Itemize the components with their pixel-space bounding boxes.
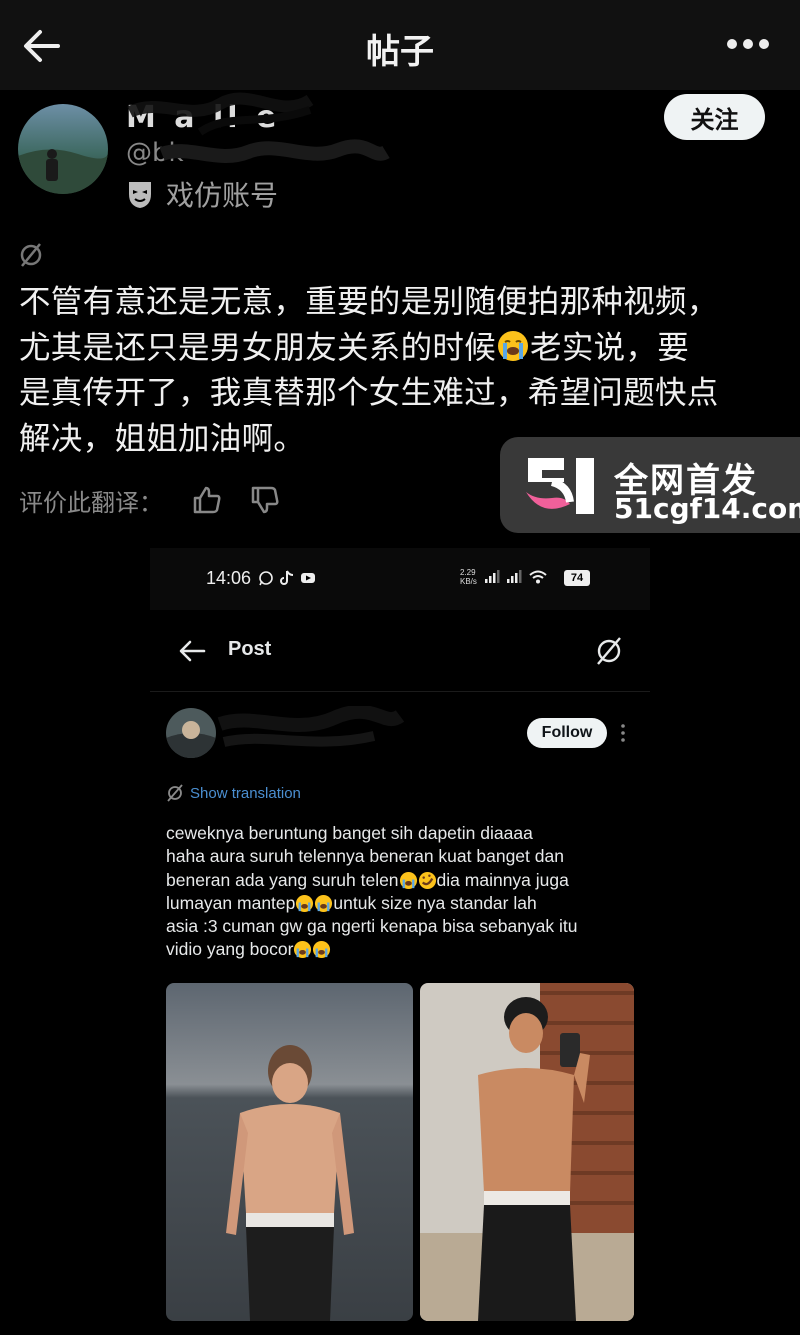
post-photo-beach[interactable] (166, 983, 413, 1321)
signal-bars-icon (485, 570, 500, 583)
translate-icon (20, 243, 42, 267)
inner-post-line: lumayan mantep (166, 892, 296, 913)
inner-post-line: haha aura suruh telennya beneran kuat ba… (166, 846, 564, 867)
post-text: 不管有意还是无意，重要的是别随便拍那种视频， 尤其是还只是男女朋友关系的时候 老实… (19, 280, 789, 462)
net-speed-unit: KB/s (460, 577, 477, 586)
inner-name-redaction (217, 706, 404, 747)
page-title: 帖子 (366, 32, 434, 72)
tiktok-icon (280, 570, 294, 585)
inner-follow-button[interactable]: Follow (527, 718, 607, 748)
show-translation-label[interactable]: Show translation (190, 785, 301, 802)
inner-post-line: asia :3 cuman gw ga ngerti kenapa bisa s… (166, 916, 578, 937)
inner-author-avatar[interactable] (166, 708, 216, 758)
loudly-crying-face-icon (313, 941, 331, 959)
status-signal-icons (484, 570, 548, 584)
follow-button[interactable]: 关注 (664, 94, 765, 140)
inner-post-line: dia mainnya juga (436, 869, 569, 890)
signal-bars-icon (507, 570, 522, 583)
more-horizontal-icon[interactable] (726, 34, 770, 54)
whatsapp-icon (259, 571, 273, 586)
parody-label: 戏仿账号 (166, 179, 279, 212)
post-photo-mirror-selfie[interactable] (420, 983, 634, 1321)
loudly-crying-face-icon (315, 894, 333, 912)
parody-account-badge: 戏仿账号 (126, 176, 278, 212)
more-vertical-icon[interactable] (620, 723, 626, 743)
inner-page-title: Post (228, 638, 272, 660)
wifi-icon (529, 570, 547, 584)
inner-post-line: ceweknya beruntung banget sih dapetin di… (166, 823, 533, 843)
embedded-screenshot: 14:06 2.29 KB/s 74 Post Follow Show tran… (150, 548, 650, 1335)
inner-post-line: vidio yang bocor (166, 939, 294, 960)
status-app-icons (258, 568, 316, 588)
loudly-crying-face-icon (296, 894, 314, 912)
battery-indicator: 74 (564, 570, 590, 586)
rofl-face-icon (418, 871, 436, 889)
top-bar: 帖子 (0, 0, 800, 90)
thumbs-down-icon[interactable] (249, 484, 281, 516)
watermark-domain: 51cgf14.com (614, 492, 800, 525)
rate-translation-row: 评价此翻译： (19, 482, 307, 518)
mask-icon (129, 182, 151, 208)
translate-icon (167, 784, 183, 802)
inner-post-line: untuk size nya standar lah (333, 892, 537, 913)
status-bar: 14:06 2.29 KB/s 74 (150, 548, 650, 610)
redaction-scribble (127, 92, 314, 136)
site-logo-icon (526, 458, 594, 514)
inner-post-line-with-emoji: beneran ada yang suruh telen dia mainnya … (166, 869, 642, 892)
inner-post-text: ceweknya beruntung banget sih dapetin di… (166, 822, 642, 962)
loudly-crying-face-icon (399, 871, 417, 889)
network-speed: 2.29 KB/s (460, 568, 477, 586)
inner-post-line-with-emoji: lumayan mantep untuk size nya standar lah (166, 892, 642, 915)
loudly-crying-face-icon (294, 941, 312, 959)
thumbs-up-icon[interactable] (191, 484, 223, 516)
post-line: 不管有意还是无意，重要的是别随便拍那种视频， (19, 284, 719, 320)
post-line: 尤其是还只是男女朋友关系的时候 (19, 329, 497, 366)
show-translation-link[interactable]: Show translation (166, 784, 301, 802)
youtube-icon (301, 573, 315, 583)
status-time: 14:06 (206, 568, 252, 588)
translate-icon[interactable] (594, 636, 624, 666)
rate-translation-label: 评价此翻译： (19, 488, 163, 517)
author-avatar[interactable] (18, 104, 108, 194)
inner-header: Post (150, 610, 650, 692)
post-line: 老实说，要 (530, 329, 690, 366)
post-line-with-emoji: 尤其是还只是男女朋友关系的时候 老实说，要 (19, 326, 789, 372)
crying-face-icon (498, 330, 529, 361)
watermark-banner: 全网首发 51cgf14.com (500, 437, 800, 533)
back-arrow-icon[interactable] (178, 638, 206, 664)
inner-post-line-with-emoji: vidio yang bocor (166, 938, 642, 961)
net-speed-value: 2.29 (460, 568, 476, 577)
post-line: 是真传开了，我真替那个女生难过，希望问题快点 (19, 375, 719, 411)
inner-post-line: beneran ada yang suruh telen (166, 869, 399, 890)
handle-redaction (159, 139, 390, 163)
